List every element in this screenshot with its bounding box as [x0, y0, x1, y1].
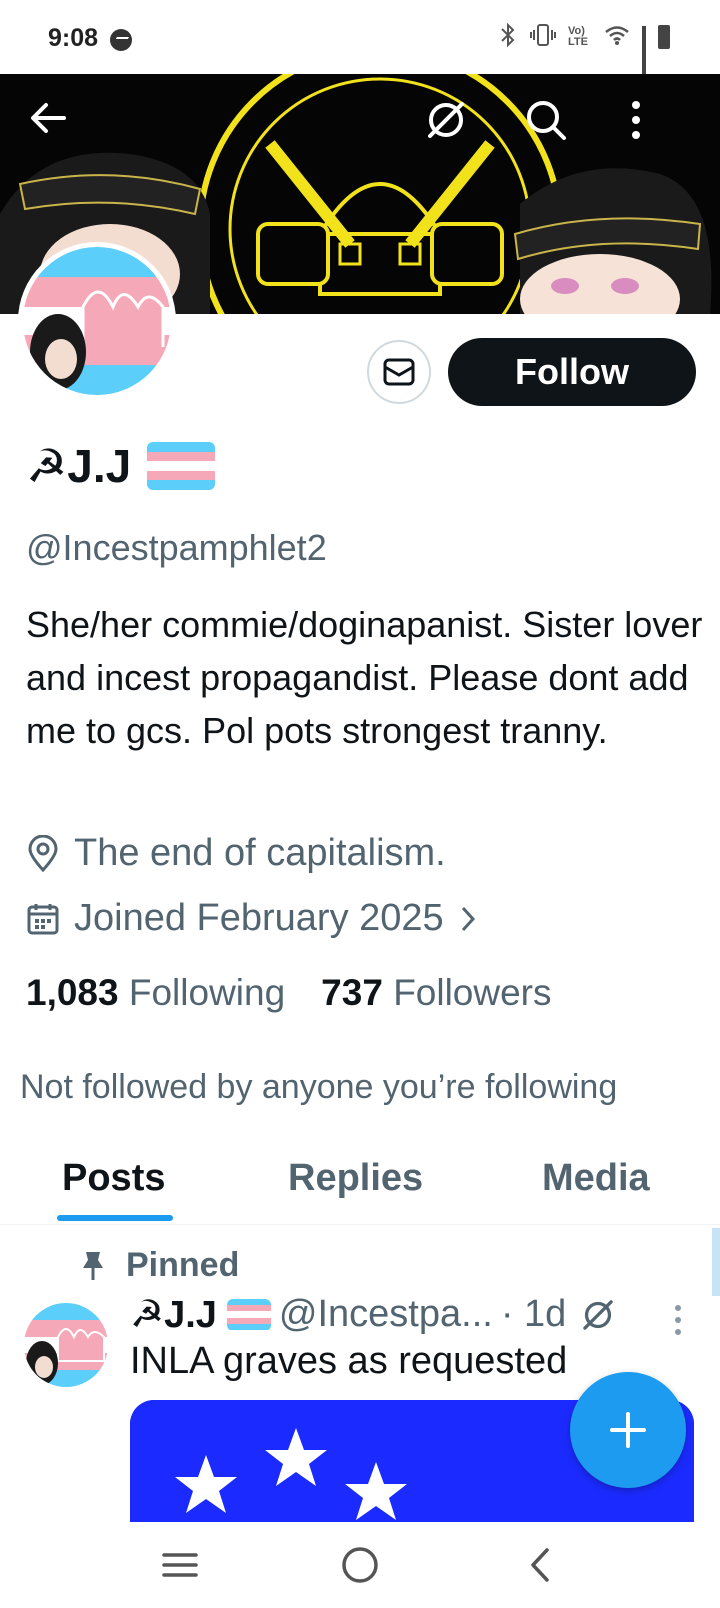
profile-avatar[interactable] [18, 242, 176, 400]
trans-flag-icon [147, 442, 216, 490]
search-button[interactable] [524, 98, 584, 158]
not-followed-notice: Not followed by anyone you’re following [20, 1068, 618, 1106]
display-name-text: ☭J.J [26, 440, 132, 492]
pin-icon [83, 1251, 103, 1280]
followers-stat[interactable]: 737 Followers [321, 972, 551, 1014]
envelope-icon [383, 358, 415, 386]
more-options-button[interactable] [626, 98, 686, 158]
tab-replies[interactable]: Replies [288, 1157, 423, 1200]
tab-posts[interactable]: Posts [62, 1157, 165, 1200]
system-nav-bar [0, 1522, 720, 1608]
chevron-right-icon [461, 906, 475, 931]
messenger-icon [110, 29, 132, 51]
status-bar: 9:08 Vo) LTE [0, 0, 720, 81]
volte-icon: Vo) LTE [568, 25, 588, 48]
search-icon [527, 101, 566, 140]
profile-handle: @Incestpamphlet2 [26, 527, 327, 568]
follow-button[interactable]: Follow [448, 338, 696, 406]
tab-media[interactable]: Media [542, 1157, 650, 1200]
post-author-handle[interactable]: @Incestpa... [279, 1293, 493, 1336]
profile-bio: She/her commie/doginapanist. Sister love… [26, 604, 703, 751]
vibrate-icon [530, 23, 556, 52]
recent-apps-button[interactable] [150, 1540, 210, 1590]
post-text: INLA graves as requested [130, 1340, 568, 1382]
wifi-icon [604, 24, 630, 51]
system-back-button[interactable] [510, 1540, 570, 1590]
followers-label: Followers [393, 972, 552, 1013]
post-header: ☭J.J @Incestpa... · 1d [130, 1292, 616, 1337]
scrollbar[interactable] [712, 1228, 720, 1296]
avatar-image [23, 247, 171, 395]
following-label: Following [128, 972, 286, 1013]
location-text: The end of capitalism. [74, 832, 446, 874]
trans-flag-icon [226, 1298, 271, 1331]
profile-tabs: Posts Replies Media [0, 1135, 720, 1225]
message-button[interactable] [367, 340, 431, 404]
grok-icon [428, 102, 464, 138]
joined-text: Joined February 2025 [74, 897, 444, 939]
calendar-icon [27, 903, 59, 934]
grok-icon[interactable] [580, 1297, 616, 1333]
grok-button[interactable] [424, 98, 484, 158]
following-count: 1,083 [26, 972, 119, 1013]
status-icons: Vo) LTE [498, 22, 670, 81]
post-author-name[interactable]: ☭J.J [130, 1292, 217, 1337]
location-pin-icon [28, 834, 58, 872]
following-stat[interactable]: 1,083 Following [26, 972, 285, 1014]
follow-stats: 1,083 Following 737 Followers [26, 972, 552, 1014]
post-time: · 1d [500, 1293, 567, 1335]
post-avatar[interactable] [24, 1303, 108, 1387]
compose-button[interactable] [570, 1372, 686, 1488]
more-vertical-icon [675, 1305, 681, 1335]
recent-apps-icon [162, 1553, 198, 1577]
battery-icon [658, 25, 670, 49]
post-avatar-image [24, 1303, 108, 1387]
tab-indicator [57, 1215, 173, 1221]
back-button[interactable] [28, 98, 88, 158]
more-vertical-icon [632, 101, 640, 139]
pinned-indicator: Pinned [80, 1246, 239, 1285]
pinned-label: Pinned [126, 1246, 240, 1284]
status-time: 9:08 [48, 24, 99, 52]
arrow-left-icon [31, 103, 66, 133]
signal-icon [642, 26, 646, 81]
display-name: ☭J.J [26, 436, 216, 496]
followers-count: 737 [321, 972, 383, 1013]
chevron-left-icon [531, 1548, 549, 1582]
bluetooth-icon [498, 22, 518, 53]
home-button[interactable] [330, 1540, 390, 1590]
home-icon [342, 1547, 378, 1583]
profile-joined[interactable]: Joined February 2025 [26, 897, 478, 940]
profile-location: The end of capitalism. [26, 832, 446, 875]
plus-icon [610, 1412, 646, 1448]
post-more-button[interactable] [668, 1300, 688, 1340]
